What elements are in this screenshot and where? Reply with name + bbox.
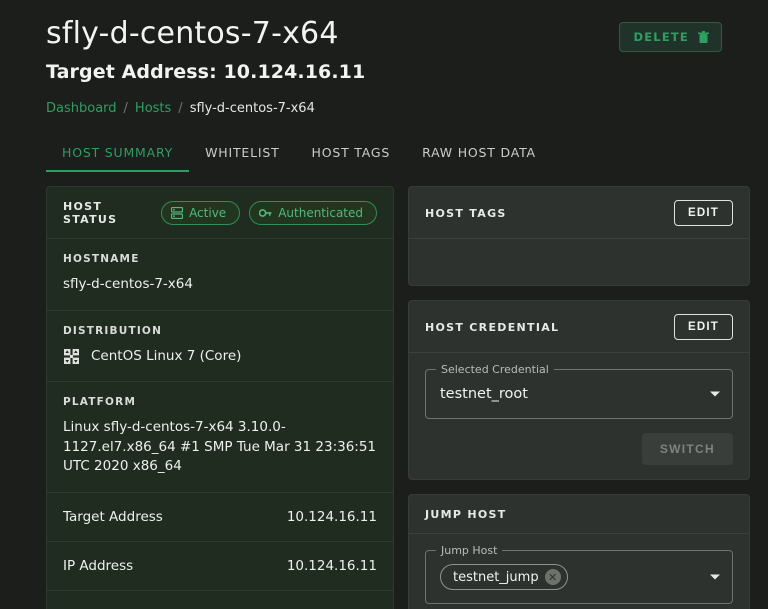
jump-host-title: JUMP HOST <box>425 508 507 521</box>
status-badge-authenticated[interactable]: Authenticated <box>249 201 377 225</box>
delete-button-label: DELETE <box>633 30 689 44</box>
breadcrumb-item-dashboard[interactable]: Dashboard <box>46 101 117 116</box>
platform-label: PLATFORM <box>63 396 137 409</box>
chevron-down-icon <box>710 391 720 397</box>
host-status-chips: Active Authenticated <box>161 201 377 225</box>
tab-bar: HOST SUMMARY WHITELIST HOST TAGS RAW HOS… <box>46 139 722 172</box>
jump-host-label: Jump Host <box>436 544 503 557</box>
page-header: sfly-d-centos-7-x64 DELETE <box>46 0 722 52</box>
breadcrumb: Dashboard / Hosts / sfly-d-centos-7-x64 <box>46 101 722 116</box>
host-credential-edit-button[interactable]: EDIT <box>674 314 733 340</box>
right-column: HOST TAGS EDIT HOST CREDENTIAL EDIT Sele… <box>408 186 750 609</box>
tab-whitelist[interactable]: WHITELIST <box>189 139 295 172</box>
host-credential-header: HOST CREDENTIAL EDIT <box>409 301 749 353</box>
host-credential-body: Selected Credential testnet_root SWITCH <box>409 353 749 479</box>
jump-host-chip-label: testnet_jump <box>453 569 539 585</box>
chevron-down-icon <box>710 574 720 580</box>
breadcrumb-separator: / <box>178 101 183 116</box>
host-tags-title: HOST TAGS <box>425 206 507 220</box>
page-title: sfly-d-centos-7-x64 <box>46 16 339 51</box>
host-tags-edit-button[interactable]: EDIT <box>674 200 733 226</box>
platform-value: Linux sfly-d-centos-7-x64 3.10.0-1127.el… <box>63 419 377 475</box>
target-address-value: 10.124.16.11 <box>286 508 377 525</box>
distribution-block: DISTRIBUTION CentOS Linux 7 (Core) <box>47 311 393 383</box>
jump-host-chip[interactable]: testnet_jump ✕ <box>440 564 568 590</box>
trash-icon <box>698 30 709 43</box>
tab-raw-host-data[interactable]: RAW HOST DATA <box>406 139 552 172</box>
left-column: HOST STATUS Active Authenticated HOSTNAM… <box>46 186 394 609</box>
host-detail-page: sfly-d-centos-7-x64 DELETE Target Addres… <box>0 0 768 609</box>
distribution-value-row: CentOS Linux 7 (Core) <box>63 347 377 367</box>
tab-host-summary[interactable]: HOST SUMMARY <box>46 139 190 172</box>
host-credential-title: HOST CREDENTIAL <box>425 320 560 334</box>
ip-address-value: 10.124.16.11 <box>286 557 377 574</box>
host-status-header: HOST STATUS Active Authenticated <box>47 187 393 239</box>
breadcrumb-item-hosts[interactable]: Hosts <box>135 101 171 116</box>
host-status-card: HOST STATUS Active Authenticated HOSTNAM… <box>46 186 394 609</box>
breadcrumb-separator: / <box>123 101 128 116</box>
switch-credential-button[interactable]: SWITCH <box>641 433 733 465</box>
target-address-row: Target Address 10.124.16.11 <box>47 493 393 542</box>
host-status-title: HOST STATUS <box>63 200 118 226</box>
target-address: Target Address: 10.124.16.11 <box>46 61 366 83</box>
switch-row: SWITCH <box>425 433 733 465</box>
jump-host-body: Jump Host testnet_jump ✕ <box>409 534 749 609</box>
chip-remove-icon[interactable]: ✕ <box>544 569 561 585</box>
host-tags-header: HOST TAGS EDIT <box>409 187 749 239</box>
host-tags-card: HOST TAGS EDIT <box>408 186 750 286</box>
ip-address-key: IP Address <box>63 557 134 574</box>
storage-icon <box>171 207 184 219</box>
status-badge-authenticated-label: Authenticated <box>278 206 363 220</box>
hostname-value: sfly-d-centos-7-x64 <box>63 276 193 292</box>
jump-host-select[interactable]: Jump Host testnet_jump ✕ <box>425 544 733 604</box>
delete-button[interactable]: DELETE <box>618 22 722 52</box>
hostname-label: HOSTNAME <box>63 253 140 265</box>
target-address-key: Target Address <box>63 508 163 525</box>
hostname-block: HOSTNAME sfly-d-centos-7-x64 <box>47 239 393 311</box>
host-tags-empty-body <box>409 239 749 285</box>
content-columns: HOST STATUS Active Authenticated HOSTNAM… <box>46 186 750 609</box>
jump-host-header: JUMP HOST <box>409 495 749 534</box>
status-badge-active[interactable]: Active <box>161 201 241 225</box>
tab-host-tags[interactable]: HOST TAGS <box>296 139 407 172</box>
ip-address-row: IP Address 10.124.16.11 <box>47 542 393 591</box>
queue-name-row: Queue Name main <box>47 591 393 609</box>
status-badge-active-label: Active <box>189 206 227 220</box>
selected-credential-select[interactable]: Selected Credential testnet_root <box>425 363 733 419</box>
jump-host-card: JUMP HOST Jump Host testnet_jump ✕ <box>408 494 750 609</box>
centos-logo-icon <box>64 348 79 364</box>
key-icon <box>259 209 272 217</box>
selected-credential-value: testnet_root <box>440 386 528 402</box>
selected-credential-label: Selected Credential <box>436 363 554 376</box>
breadcrumb-item-current: sfly-d-centos-7-x64 <box>189 101 315 116</box>
platform-block: PLATFORM Linux sfly-d-centos-7-x64 3.10.… <box>47 382 393 493</box>
host-credential-card: HOST CREDENTIAL EDIT Selected Credential… <box>408 300 750 480</box>
distribution-value: CentOS Linux 7 (Core) <box>91 347 242 364</box>
distribution-label: DISTRIBUTION <box>63 324 163 337</box>
